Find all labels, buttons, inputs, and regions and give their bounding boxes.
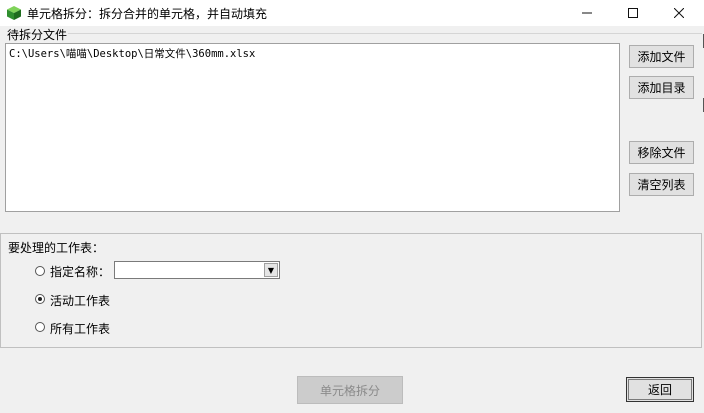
- chevron-down-icon[interactable]: ▼: [264, 263, 278, 277]
- sheet-name-select[interactable]: ▼: [114, 261, 280, 279]
- minimize-button[interactable]: [564, 0, 610, 26]
- green-cube-icon: [7, 6, 21, 20]
- list-item[interactable]: C:\Users\喵喵\Desktop\日常文件\360mm.xlsx: [9, 46, 255, 61]
- close-icon: [674, 8, 684, 18]
- remove-file-button[interactable]: 移除文件: [629, 141, 694, 164]
- radio-label-all-sheets[interactable]: 所有工作表: [50, 320, 110, 337]
- file-list[interactable]: C:\Users\喵喵\Desktop\日常文件\360mm.xlsx: [5, 43, 620, 212]
- close-button[interactable]: [656, 0, 702, 26]
- radio-specified-name[interactable]: [35, 266, 45, 276]
- maximize-icon: [628, 8, 638, 18]
- radio-all-sheets[interactable]: [35, 322, 45, 332]
- radio-label-specified-name[interactable]: 指定名称：: [50, 263, 110, 280]
- clear-list-button[interactable]: 清空列表: [629, 173, 694, 196]
- title-bar: 单元格拆分：拆分合并的单元格，并自动填充: [0, 0, 704, 26]
- window-title: 单元格拆分：拆分合并的单元格，并自动填充: [27, 7, 268, 21]
- radio-active-sheet[interactable]: [35, 294, 45, 304]
- minimize-icon: [582, 12, 592, 14]
- radio-label-active-sheet[interactable]: 活动工作表: [50, 292, 110, 309]
- add-directory-button[interactable]: 添加目录: [629, 76, 694, 99]
- back-button[interactable]: 返回: [626, 377, 694, 402]
- group-divider: [68, 33, 702, 34]
- maximize-button[interactable]: [610, 0, 656, 26]
- split-cells-button[interactable]: 单元格拆分: [297, 376, 403, 404]
- add-file-button[interactable]: 添加文件: [629, 45, 694, 68]
- sheets-title: 要处理的工作表：: [8, 241, 105, 255]
- files-group-label: 待拆分文件: [6, 26, 69, 43]
